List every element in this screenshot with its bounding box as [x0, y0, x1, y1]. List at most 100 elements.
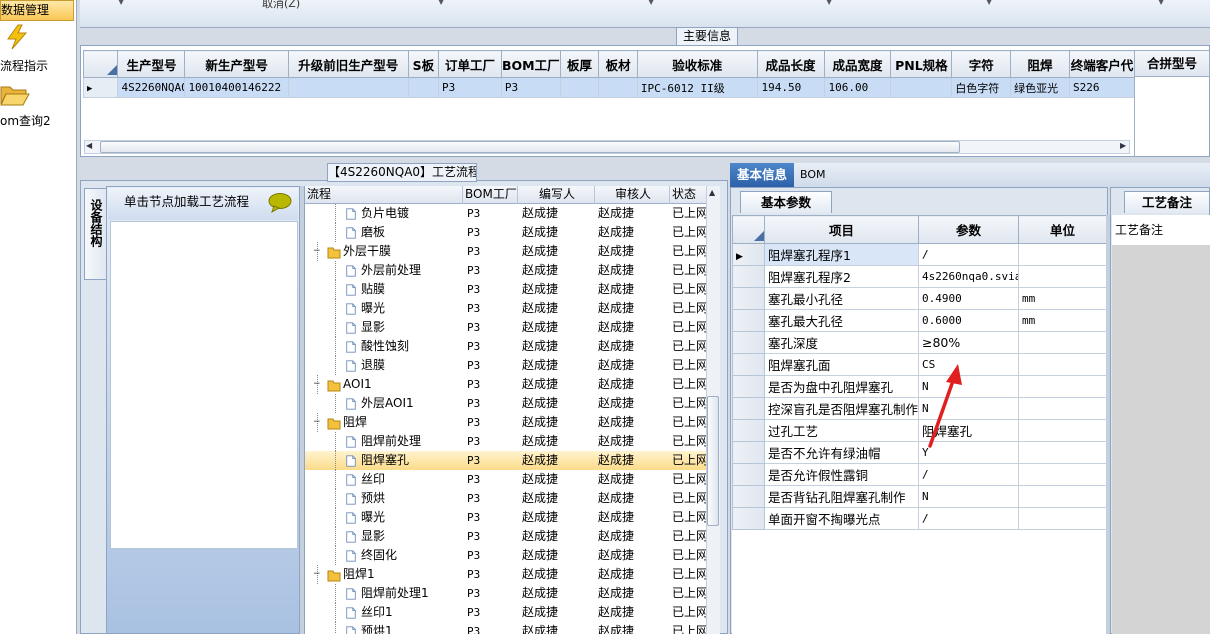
collapse-icon[interactable]: − — [313, 570, 321, 579]
table-cell[interactable]: 10010400146222 — [184, 77, 289, 98]
table-cell[interactable] — [559, 77, 600, 98]
table-cell[interactable]: 194.50 — [756, 77, 825, 98]
tab-process-notes[interactable]: 工艺备注 — [1124, 191, 1210, 213]
param-item-cell[interactable]: 是否不允许有绿油帽 — [764, 441, 919, 464]
column-header-unit[interactable]: 单位 — [1018, 215, 1107, 244]
process-tree-row[interactable]: 外层AOI1 P3 赵成捷 赵成捷 已上网 — [305, 394, 718, 413]
process-tree-row[interactable]: − 外层干膜 P3 赵成捷 赵成捷 已上网 — [305, 242, 718, 261]
horizontal-scrollbar-thumb[interactable] — [100, 141, 960, 153]
param-unit-cell[interactable]: mm — [1018, 309, 1107, 332]
table-cell[interactable]: 4S2260NQA0 — [117, 77, 186, 98]
table-cell[interactable]: 106.00 — [823, 77, 892, 98]
column-header-item[interactable]: 项目 — [764, 215, 919, 244]
side-tab-equipment-structure[interactable]: 设备结构 — [84, 188, 106, 280]
process-notes-label[interactable]: 工艺备注 — [1112, 215, 1210, 245]
tab-basic-params[interactable]: 基本参数 — [740, 191, 832, 213]
process-tree-row[interactable]: 预烘1 P3 赵成捷 赵成捷 已上网 — [305, 622, 718, 634]
column-header[interactable]: BOM工厂 — [500, 50, 561, 78]
nav-item-bom-query[interactable]: om查询2 — [0, 112, 51, 129]
param-item-cell[interactable]: 过孔工艺 — [764, 419, 919, 442]
column-header-param[interactable]: 参数 — [918, 215, 1019, 244]
param-unit-cell[interactable] — [1018, 265, 1107, 288]
table-cell[interactable] — [890, 77, 953, 98]
param-item-cell[interactable]: 是否背钻孔阻焊塞孔制作 — [764, 485, 919, 508]
column-header[interactable]: 板厚 — [559, 50, 600, 78]
param-item-cell[interactable]: 塞孔最小孔径 — [764, 287, 919, 310]
column-header[interactable]: 板材 — [598, 50, 638, 78]
process-tree-row[interactable]: 显影 P3 赵成捷 赵成捷 已上网 — [305, 527, 718, 546]
param-value-cell[interactable]: N — [918, 485, 1019, 508]
column-header[interactable]: 阻焊 — [1010, 50, 1070, 78]
param-item-cell[interactable]: 塞孔深度 — [764, 331, 919, 354]
process-tree-row[interactable]: 丝印1 P3 赵成捷 赵成捷 已上网 — [305, 603, 718, 622]
param-unit-cell[interactable] — [1018, 243, 1107, 266]
param-row[interactable]: 阻焊塞孔程序2 4s2260nqa0.svia — [732, 265, 1107, 288]
column-header[interactable]: 成品宽度 — [823, 50, 892, 78]
table-cell[interactable] — [598, 77, 638, 98]
cancel-button[interactable]: 取消(Z) — [262, 0, 300, 11]
process-tree-row[interactable]: 预烘 P3 赵成捷 赵成捷 已上网 — [305, 489, 718, 508]
process-tree-row[interactable]: 外层前处理 P3 赵成捷 赵成捷 已上网 — [305, 261, 718, 280]
param-row[interactable]: ▶ 阻焊塞孔程序1/ — [732, 243, 1107, 266]
param-unit-cell[interactable] — [1018, 463, 1107, 486]
process-tree-row[interactable]: 阻焊前处理 P3 赵成捷 赵成捷 已上网 — [305, 432, 718, 451]
process-tree-row[interactable]: 磨板 P3 赵成捷 赵成捷 已上网 — [305, 223, 718, 242]
vertical-scrollbar-thumb[interactable] — [707, 396, 719, 526]
param-value-cell[interactable]: 4s2260nqa0.svia — [918, 265, 1019, 288]
table-cell[interactable] — [407, 77, 440, 98]
process-tree-row[interactable]: − AOI1 P3 赵成捷 赵成捷 已上网 — [305, 375, 718, 394]
param-value-cell[interactable]: ≥80% — [918, 331, 1019, 354]
process-tree-row[interactable]: 退膜 P3 赵成捷 赵成捷 已上网 — [305, 356, 718, 375]
param-unit-cell[interactable] — [1018, 485, 1107, 508]
param-row[interactable]: 是否背钻孔阻焊塞孔制作 N — [732, 485, 1107, 508]
param-unit-cell[interactable] — [1018, 397, 1107, 420]
param-unit-cell[interactable] — [1018, 441, 1107, 464]
param-item-cell[interactable]: 是否允许假性露铜 — [764, 463, 919, 486]
tab-bom[interactable]: BOM — [800, 163, 840, 187]
column-header[interactable]: 成品长度 — [756, 50, 825, 78]
table-cell[interactable] — [287, 77, 409, 98]
param-unit-cell[interactable] — [1018, 375, 1107, 398]
collapse-icon[interactable]: − — [313, 418, 321, 427]
table-cell[interactable]: P3 — [438, 77, 502, 98]
tab-basic-info[interactable]: 基本信息 — [730, 163, 794, 187]
lightning-icon[interactable] — [4, 24, 30, 50]
column-header[interactable]: 字符 — [951, 50, 1012, 78]
param-row[interactable]: 塞孔最小孔径 0.4900 mm — [732, 287, 1107, 310]
param-row[interactable]: 塞孔最大孔径 0.6000 mm — [732, 309, 1107, 332]
column-header[interactable]: 新生产型号 — [184, 50, 289, 78]
column-header-writer[interactable]: 编写人 — [518, 186, 595, 204]
process-tree-row[interactable]: 酸性蚀刻 P3 赵成捷 赵成捷 已上网 — [305, 337, 718, 356]
nav-item-process-instruction[interactable]: 流程指示 — [0, 57, 48, 74]
column-header[interactable]: 升级前旧生产型号 — [287, 50, 409, 78]
param-unit-cell[interactable] — [1018, 419, 1107, 442]
param-item-cell[interactable]: 阻焊塞孔程序2 — [764, 265, 919, 288]
param-item-cell[interactable]: 控深盲孔是否阻焊塞孔制作 — [764, 397, 919, 420]
collapse-icon[interactable]: − — [313, 380, 321, 389]
column-header[interactable]: 终端客户代 — [1068, 50, 1136, 78]
param-row[interactable]: 塞孔深度 ≥80% — [732, 331, 1107, 354]
param-unit-cell[interactable]: mm — [1018, 287, 1107, 310]
process-tree-row[interactable]: 贴膜 P3 赵成捷 赵成捷 已上网 — [305, 280, 718, 299]
column-header[interactable]: 生产型号 — [117, 50, 186, 78]
table-row[interactable]: ▶ 4S2260NQA0 10010400146222 P3 P3 IPC-6012 I… — [82, 77, 1136, 98]
column-header[interactable]: PNL规格 — [890, 50, 953, 78]
column-header-process[interactable]: 流程 — [305, 186, 463, 204]
process-tree-row[interactable]: 阻焊塞孔 P3 赵成捷 赵成捷 已上网 — [305, 451, 718, 470]
param-value-cell[interactable]: / — [918, 507, 1019, 530]
scroll-left-icon[interactable]: ◀ — [86, 141, 92, 150]
column-header-bom-factory[interactable]: BOM工厂 — [463, 186, 518, 204]
column-header[interactable]: 订单工厂 — [438, 50, 502, 78]
collapse-icon[interactable]: − — [313, 247, 321, 256]
param-item-cell[interactable]: 是否为盘中孔阻焊塞孔 — [764, 375, 919, 398]
param-unit-cell[interactable] — [1018, 353, 1107, 376]
scroll-up-icon[interactable]: ▲ — [709, 188, 715, 197]
folder-open-icon[interactable] — [0, 82, 30, 108]
param-row[interactable]: 是否允许假性露铜 / — [732, 463, 1107, 486]
column-header[interactable]: S板 — [407, 50, 440, 78]
table-cell[interactable]: S226 — [1068, 77, 1136, 98]
column-header-merge-model[interactable]: 合拼型号 — [1134, 50, 1210, 77]
table-cell[interactable]: 白色字符 — [951, 77, 1012, 98]
param-row[interactable]: 单面开窗不掏曝光点 / — [732, 507, 1107, 530]
process-tree-row[interactable]: 终固化 P3 赵成捷 赵成捷 已上网 — [305, 546, 718, 565]
